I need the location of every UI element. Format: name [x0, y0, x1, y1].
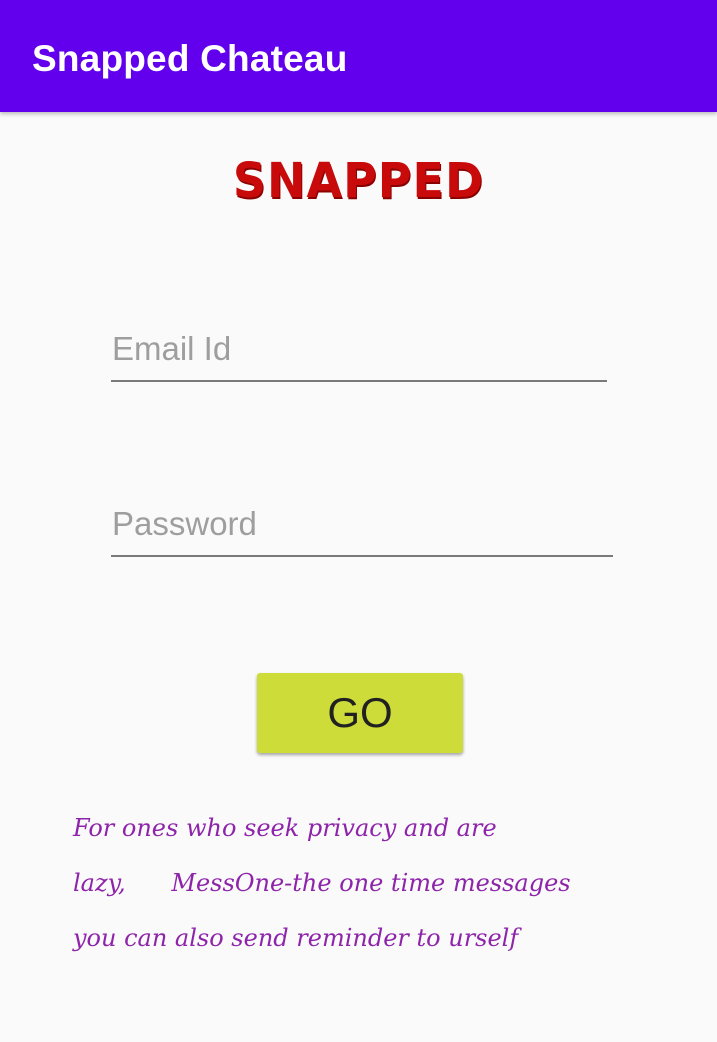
- password-field-container: [111, 497, 613, 557]
- tagline-line-2: lazy, MessOne-the one time messages: [73, 869, 571, 897]
- tagline-text: For ones who seek privacy and are lazy, …: [73, 808, 673, 973]
- email-field-container: [111, 322, 607, 382]
- tagline-line-1: For ones who seek privacy and are: [73, 814, 497, 842]
- app-title: Snapped Chateau: [32, 38, 348, 79]
- password-input[interactable]: [111, 497, 613, 557]
- app-bar: Snapped Chateau: [0, 0, 717, 112]
- snapped-logo: SNAPPED: [232, 151, 485, 209]
- go-button[interactable]: GO: [257, 673, 463, 753]
- email-input[interactable]: [111, 322, 607, 382]
- tagline-line-3: you can also send reminder to urself: [73, 924, 519, 952]
